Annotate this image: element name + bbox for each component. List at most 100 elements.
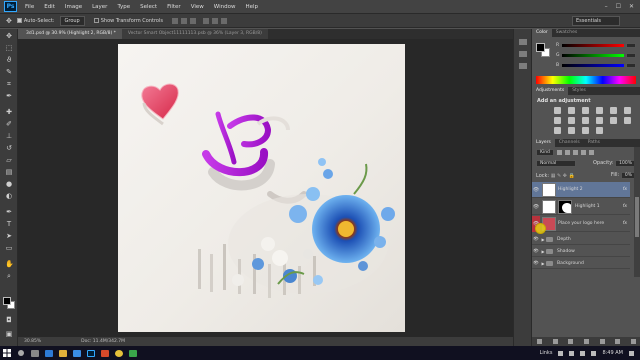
visibility-eye-icon[interactable]: 👁 <box>532 249 540 254</box>
zoom-tool-icon[interactable]: ⌕ <box>5 273 13 280</box>
menu-edit[interactable]: Edit <box>39 4 60 10</box>
gradient-map-icon[interactable] <box>582 127 589 134</box>
info-panel-icon[interactable] <box>519 63 527 69</box>
chevron-up-icon[interactable] <box>558 350 564 356</box>
screen-mode-icon[interactable]: ▣ <box>5 331 13 338</box>
tab-layers[interactable]: Layers <box>532 139 555 147</box>
photo-filter-icon[interactable] <box>582 117 589 124</box>
fx-icon[interactable]: fx <box>623 204 630 209</box>
workspace-switcher[interactable]: Essentials <box>572 16 620 26</box>
camtasia-icon[interactable] <box>126 346 140 360</box>
tab-paths[interactable]: Paths <box>584 139 604 147</box>
fx-icon[interactable]: fx <box>623 221 630 226</box>
brightness-contrast-icon[interactable] <box>554 107 561 114</box>
group-name[interactable]: Shadow <box>557 249 575 254</box>
group-name[interactable]: Background <box>557 261 584 266</box>
properties-panel-icon[interactable] <box>519 51 527 57</box>
red-slider[interactable]: R <box>556 43 636 48</box>
clone-stamp-tool-icon[interactable]: ⊥ <box>5 133 13 140</box>
layer-group-row[interactable]: 👁 ▶ Depth <box>532 234 630 245</box>
posterize-icon[interactable] <box>554 127 561 134</box>
filter-adjustment-icon[interactable] <box>564 150 570 155</box>
new-adjustment-icon[interactable] <box>583 339 589 344</box>
blue-slider[interactable]: B <box>556 63 636 68</box>
tab-swatches[interactable]: Swatches <box>552 29 582 37</box>
invert-icon[interactable] <box>624 117 631 124</box>
auto-select-dropdown[interactable]: Group <box>59 15 85 26</box>
close-icon[interactable]: ✕ <box>629 3 634 10</box>
links-toolbar-label[interactable]: Links <box>540 350 553 356</box>
layer-row[interactable]: 👁 Highlight 1 fx <box>532 199 630 215</box>
menu-type[interactable]: Type <box>112 4 135 10</box>
green-slider[interactable]: G <box>556 53 636 58</box>
show-transform-checkbox[interactable]: Show Transform Controls <box>93 17 163 24</box>
tab-color[interactable]: Color <box>532 29 552 37</box>
layer-group-row[interactable]: 👁 ▶ Shadow <box>532 246 630 257</box>
healing-brush-tool-icon[interactable]: ✚ <box>5 109 13 116</box>
blue-track[interactable] <box>562 64 624 67</box>
quick-mask-icon[interactable]: ◘ <box>5 317 13 324</box>
layer-name[interactable]: Place your logo here <box>558 221 604 226</box>
channel-mixer-icon[interactable] <box>596 117 603 124</box>
threshold-icon[interactable] <box>568 127 575 134</box>
align-left-icon[interactable] <box>202 17 209 24</box>
link-layers-icon[interactable] <box>537 339 543 344</box>
pen-tool-icon[interactable]: ✒ <box>5 209 13 216</box>
menu-layer[interactable]: Layer <box>87 4 112 10</box>
shape-tool-icon[interactable]: ▭ <box>5 245 13 252</box>
color-lookup-icon[interactable] <box>610 117 617 124</box>
layer-name[interactable]: Highlight 1 <box>575 204 600 209</box>
layer-kind-filter[interactable]: Kind <box>536 149 554 156</box>
visibility-eye-icon[interactable]: 👁 <box>532 204 540 210</box>
selective-color-icon[interactable] <box>596 127 603 134</box>
levels-icon[interactable] <box>568 107 575 114</box>
eyedropper-tool-icon[interactable]: ✒ <box>5 93 13 100</box>
filter-smart-object-icon[interactable] <box>588 150 594 155</box>
scrollbar-thumb[interactable] <box>635 197 639 237</box>
visibility-eye-icon[interactable]: 👁 <box>532 261 540 266</box>
task-view-icon[interactable] <box>28 346 42 360</box>
photoshop-taskbar-icon[interactable] <box>84 346 98 360</box>
crop-tool-icon[interactable]: ⌗ <box>5 81 13 88</box>
store-icon[interactable] <box>70 346 84 360</box>
menu-image[interactable]: Image <box>60 4 87 10</box>
history-panel-icon[interactable] <box>519 39 527 45</box>
new-group-icon[interactable] <box>599 339 605 344</box>
dodge-tool-icon[interactable]: ◐ <box>5 193 13 200</box>
black-white-icon[interactable] <box>568 117 575 124</box>
file-explorer-icon[interactable] <box>56 346 70 360</box>
align-top-icon[interactable] <box>171 17 178 24</box>
brush-tool-icon[interactable]: ✐ <box>5 121 13 128</box>
clock[interactable]: 8:49 AM <box>602 350 623 356</box>
align-right-icon[interactable] <box>220 17 227 24</box>
quick-select-tool-icon[interactable]: ✎ <box>5 69 13 76</box>
filter-shape-icon[interactable] <box>580 150 586 155</box>
layers-scrollbar[interactable] <box>634 147 640 277</box>
align-bottom-icon[interactable] <box>189 17 196 24</box>
move-tool-icon[interactable]: ✥ <box>5 33 13 40</box>
minimize-icon[interactable]: – <box>605 3 608 10</box>
blue-value-field[interactable] <box>626 63 636 68</box>
blur-tool-icon[interactable]: ● <box>5 181 13 188</box>
foreground-background-swatches[interactable] <box>3 297 15 309</box>
hand-tool-icon[interactable]: ✋ <box>5 261 14 268</box>
blend-mode-dropdown[interactable]: Normal <box>536 160 576 167</box>
fx-icon[interactable]: fx <box>623 187 630 192</box>
move-tool-icon[interactable]: ✥ <box>6 17 12 25</box>
history-brush-tool-icon[interactable]: ↺ <box>5 145 13 152</box>
network-icon[interactable] <box>569 350 575 356</box>
hue-saturation-icon[interactable] <box>624 107 631 114</box>
document-canvas[interactable] <box>118 44 405 332</box>
opacity-field[interactable]: 100% <box>615 160 636 167</box>
zoom-level[interactable]: 30.85% <box>24 339 41 344</box>
vibrance-icon[interactable] <box>610 107 617 114</box>
canvas-area[interactable] <box>18 39 513 337</box>
tab-vector-smart-object[interactable]: Vector Smart Object11111113.psb @ 36% (L… <box>121 29 268 39</box>
add-mask-icon[interactable] <box>568 339 574 344</box>
delete-layer-icon[interactable] <box>630 339 636 344</box>
menu-select[interactable]: Select <box>135 4 162 10</box>
layer-group-row[interactable]: 👁 ▶ Background <box>532 258 630 269</box>
menu-window[interactable]: Window <box>209 4 241 10</box>
layer-row[interactable]: 👁 Highlight 2 fx <box>532 182 630 198</box>
gradient-tool-icon[interactable]: ▤ <box>5 169 13 176</box>
